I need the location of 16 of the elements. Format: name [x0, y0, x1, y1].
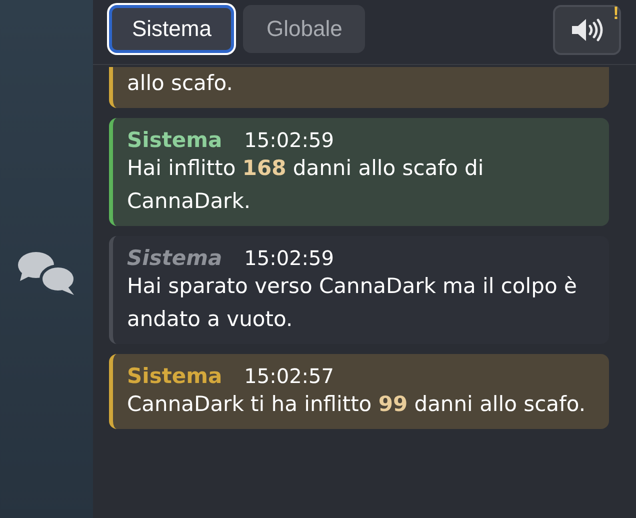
chat-bubbles-icon[interactable]: [18, 251, 76, 297]
tab[interactable]: Sistema: [109, 5, 234, 53]
message-text: Hai sparato verso CannaDark ma il colpo è andato a vuoto.: [127, 273, 578, 333]
alert-mark: !: [613, 3, 619, 24]
tab[interactable]: Globale: [243, 5, 366, 53]
sound-button[interactable]: !: [553, 5, 621, 55]
timestamp: 15:02:59: [244, 128, 334, 152]
timestamp: 15:02:57: [244, 364, 334, 388]
sender-name: Sistema: [127, 364, 222, 388]
message-text: Hai inflitto 168 danni allo scafo di CannaDark.: [127, 155, 485, 215]
sender-name: Sistema: [127, 128, 222, 152]
message-text: allo scafo.: [127, 70, 234, 97]
message-text: CannaDark ti ha inflitto 99 danni allo scafo.: [127, 391, 587, 418]
speaker-icon: [570, 17, 604, 43]
sender-name: Sistema: [127, 246, 222, 270]
timestamp: 15:02:59: [244, 246, 334, 270]
